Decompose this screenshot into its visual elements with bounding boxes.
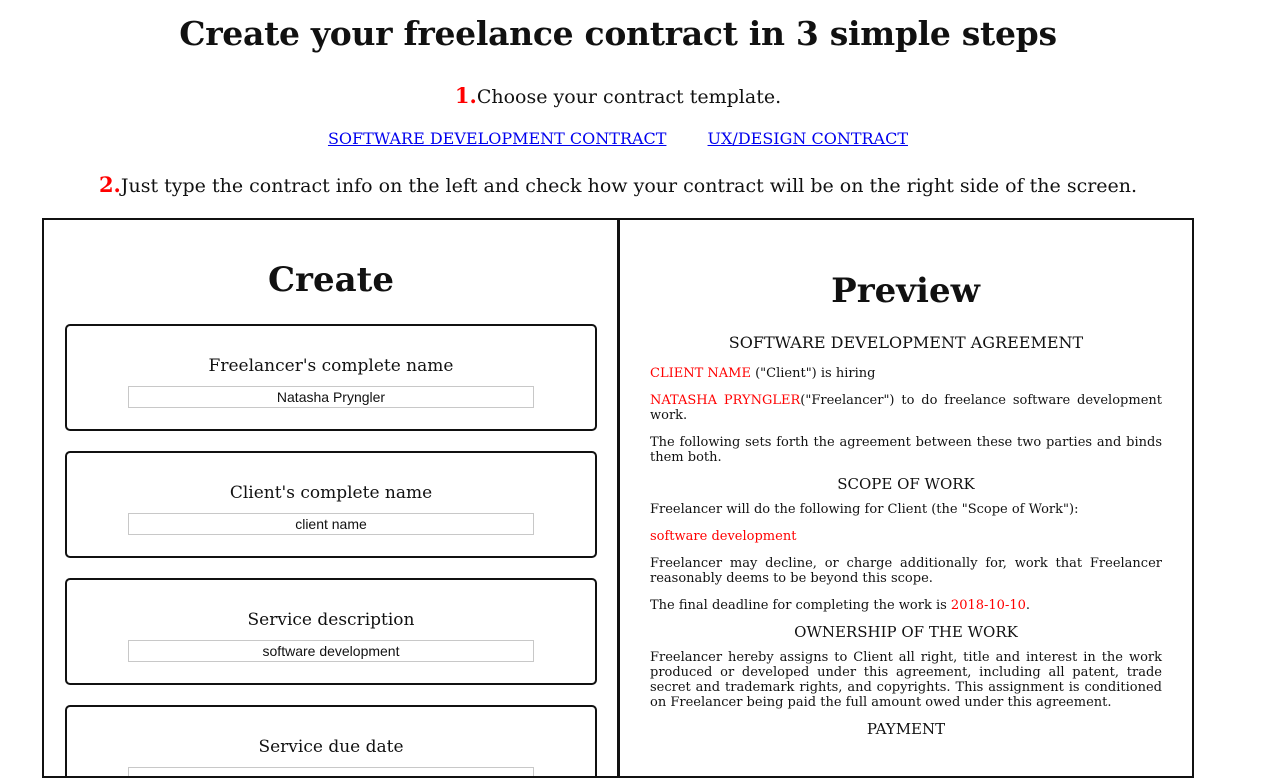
- ux-design-contract-link[interactable]: UX/DESIGN CONTRACT: [708, 129, 908, 148]
- client-clause-text: ("Client") is hiring: [750, 366, 876, 381]
- service-description-input[interactable]: [128, 640, 534, 662]
- deadline-suffix: .: [1025, 598, 1031, 613]
- software-development-contract-link[interactable]: SOFTWARE DEVELOPMENT CONTRACT: [328, 129, 666, 148]
- step-1-number: 1.: [454, 83, 477, 108]
- contract-title: SOFTWARE DEVELOPMENT AGREEMENT: [728, 333, 1084, 352]
- client-name-card: Client's complete name: [65, 451, 597, 558]
- service-description-card: Service description: [65, 578, 597, 685]
- scope-heading: SCOPE OF WORK: [837, 475, 975, 493]
- client-clause: CLIENT NAME ("Client") is hiring: [650, 366, 1162, 381]
- service-due-date-card: Service due date: [65, 705, 597, 776]
- scope-value: software development: [650, 529, 797, 544]
- intro-paragraph: The following sets forth the agreement b…: [650, 435, 1162, 465]
- deadline-clause: The final deadline for completing the wo…: [650, 598, 1162, 613]
- step-1-text: Choose your contract template.: [476, 86, 782, 108]
- client-name-input[interactable]: [128, 513, 534, 535]
- freelancer-name-label: Freelancer's complete name: [208, 356, 454, 376]
- step-2-number: 2.: [98, 172, 121, 197]
- page-title: Create your freelance contract in 3 simp…: [179, 14, 1057, 53]
- preview-panel: Preview SOFTWARE DEVELOPMENT AGREEMENT C…: [617, 218, 1194, 778]
- deadline-value: 2018-10-10: [950, 598, 1026, 613]
- contract-preview: SOFTWARE DEVELOPMENT AGREEMENT CLIENT NA…: [650, 335, 1162, 747]
- ownership-heading: OWNERSHIP OF THE WORK: [794, 623, 1018, 641]
- service-due-date-input[interactable]: [128, 767, 534, 776]
- client-name-label: Client's complete name: [229, 483, 433, 503]
- service-description-label: Service description: [247, 610, 415, 630]
- payment-heading: PAYMENT: [866, 720, 946, 738]
- template-links: SOFTWARE DEVELOPMENT CONTRACT UX/DESIGN …: [0, 129, 1236, 148]
- freelancer-name-value: NATASHA PRYNGLER: [650, 393, 801, 408]
- scope-intro: Freelancer will do the following for Cli…: [650, 502, 1079, 517]
- deadline-text: The final deadline for completing the wo…: [650, 598, 951, 613]
- freelancer-name-input[interactable]: [128, 386, 534, 408]
- step-2-instruction: 2.Just type the contract info on the lef…: [0, 172, 1236, 197]
- ownership-paragraph: Freelancer hereby assigns to Client all …: [650, 650, 1162, 710]
- freelancer-name-card: Freelancer's complete name: [65, 324, 597, 431]
- scope-note: Freelancer may decline, or charge additi…: [650, 556, 1162, 586]
- step-1-instruction: 1.Choose your contract template.: [0, 83, 1236, 108]
- step-2-text: Just type the contract info on the left …: [120, 175, 1138, 197]
- service-due-date-label: Service due date: [258, 737, 404, 757]
- preview-heading: Preview: [831, 271, 980, 311]
- create-panel: Create Freelancer's complete name Client…: [42, 218, 620, 778]
- client-name-value: CLIENT NAME: [650, 366, 751, 381]
- create-heading: Create: [268, 260, 394, 300]
- freelancer-clause: NATASHA PRYNGLER("Freelancer") to do fre…: [650, 393, 1162, 423]
